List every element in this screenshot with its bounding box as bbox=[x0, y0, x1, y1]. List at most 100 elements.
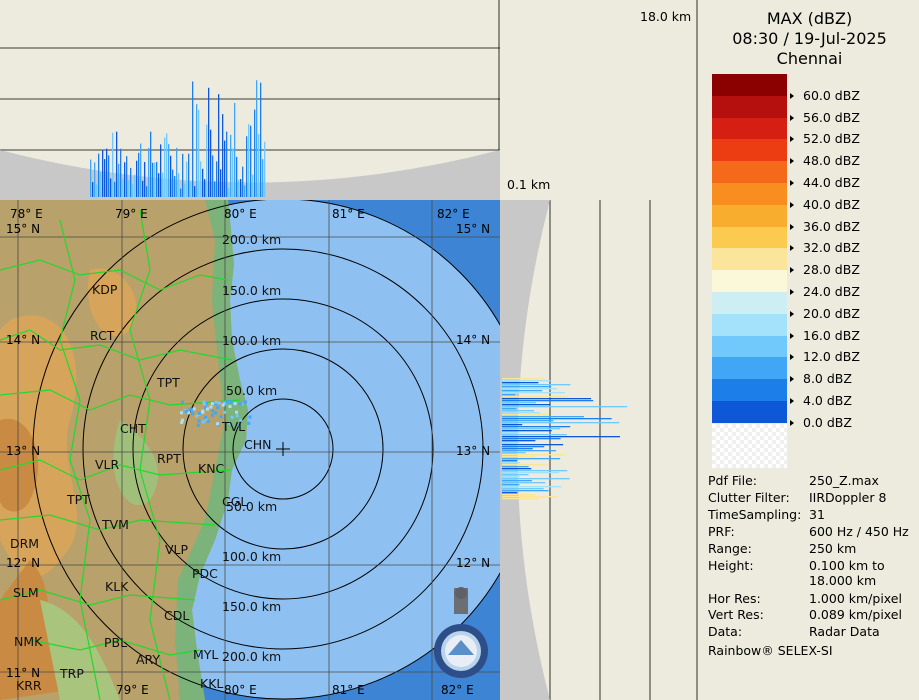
profile-echo bbox=[502, 484, 520, 486]
map-echo bbox=[180, 400, 184, 404]
profile-echo bbox=[98, 153, 100, 197]
profile-echo bbox=[502, 492, 518, 494]
place-slm: SLM bbox=[13, 585, 39, 600]
prf-key: PRF: bbox=[708, 524, 735, 539]
profile-echo bbox=[248, 124, 250, 197]
map-echo bbox=[192, 407, 196, 411]
profile-echo bbox=[128, 179, 130, 197]
lat-label-13-right: 13° N bbox=[456, 444, 491, 458]
lon-label-79: 79° E bbox=[115, 207, 148, 221]
profile-echo bbox=[502, 460, 518, 462]
profile-echo bbox=[502, 412, 540, 414]
profile-echo bbox=[502, 380, 551, 382]
legend-tick-icon bbox=[790, 180, 794, 186]
map-echo bbox=[204, 415, 208, 419]
profile-echo bbox=[124, 162, 126, 197]
product-title: MAX (dBZ) bbox=[766, 9, 853, 28]
profile-echo bbox=[168, 144, 170, 197]
profile-echo bbox=[502, 416, 584, 418]
place-drm: DRM bbox=[10, 536, 40, 551]
place-rpt: RPT bbox=[157, 451, 181, 466]
profile-echo bbox=[502, 420, 554, 422]
profile-echo bbox=[138, 152, 140, 197]
profile-echo bbox=[236, 156, 238, 197]
profile-echo bbox=[178, 172, 180, 197]
profile-echo bbox=[172, 169, 174, 197]
profile-echo bbox=[502, 422, 620, 424]
profile-echo bbox=[122, 178, 124, 197]
profile-echo bbox=[502, 462, 521, 464]
profile-echo bbox=[184, 183, 186, 197]
legend-swatch bbox=[712, 95, 787, 119]
lon-label-81-bottom: 81° E bbox=[332, 683, 365, 697]
profile-echo bbox=[242, 166, 244, 197]
profile-echo bbox=[212, 155, 214, 197]
place-nmk: NMK bbox=[14, 634, 43, 649]
profile-echo bbox=[502, 424, 523, 426]
station-name: Chennai bbox=[776, 49, 843, 68]
profile-echo bbox=[502, 442, 520, 444]
legend-swatch bbox=[712, 401, 787, 424]
profile-echo bbox=[502, 488, 544, 490]
map-echo bbox=[219, 415, 223, 419]
profile-echo bbox=[158, 173, 160, 197]
lon-label-82: 82° E bbox=[437, 207, 470, 221]
map-echo bbox=[187, 411, 191, 415]
profile-echo bbox=[502, 446, 545, 448]
timestamp: 08:30 / 19-Jul-2025 bbox=[732, 29, 887, 48]
map-echo bbox=[229, 400, 233, 404]
profile-echo bbox=[502, 392, 565, 394]
profile-echo bbox=[502, 444, 564, 446]
profile-echo bbox=[502, 378, 545, 380]
map-echo bbox=[214, 400, 218, 404]
lat-label-15-left: 15° N bbox=[6, 222, 41, 236]
profile-echo bbox=[502, 406, 628, 408]
profile-echo bbox=[102, 149, 104, 197]
bottom-profile-height-label: 0.1 km bbox=[507, 177, 551, 192]
profile-echo bbox=[216, 161, 218, 197]
pdf-file-key: Pdf File: bbox=[708, 473, 757, 488]
data-key: Data: bbox=[708, 624, 743, 639]
profile-echo bbox=[140, 143, 142, 197]
legend-label: 60.0 dBZ bbox=[803, 87, 860, 103]
place-knc: KNC bbox=[198, 461, 225, 476]
legend-tick-icon bbox=[790, 398, 794, 404]
profile-echo bbox=[174, 176, 176, 197]
lat-label-13-left: 13° N bbox=[6, 444, 41, 458]
profile-echo bbox=[150, 131, 152, 197]
place-vlp: VLP bbox=[165, 542, 189, 557]
profile-echo bbox=[502, 474, 529, 476]
profile-echo bbox=[170, 155, 172, 197]
range-ring-label-150-north: 150.0 km bbox=[222, 283, 282, 298]
profile-echo bbox=[220, 169, 222, 197]
map-echo bbox=[211, 413, 215, 417]
legend-label: 48.0 dBZ bbox=[803, 153, 860, 169]
radar-map-canvas bbox=[0, 0, 700, 700]
place-myl: MYL bbox=[193, 647, 219, 662]
place-cgl: CGL bbox=[222, 494, 248, 509]
lon-label-78: 78° E bbox=[10, 207, 43, 221]
profile-echo bbox=[502, 408, 517, 410]
pdf-file-value: 250_Z.max bbox=[809, 473, 879, 488]
place-tpt-south: TPT bbox=[67, 492, 90, 507]
profile-echo bbox=[188, 153, 190, 197]
profile-echo bbox=[142, 180, 144, 197]
profile-echo bbox=[152, 162, 154, 197]
place-cdl: CDL bbox=[164, 608, 190, 623]
map-echo bbox=[201, 409, 205, 413]
map-echo bbox=[180, 418, 184, 422]
profile-echo bbox=[116, 131, 118, 197]
legend-swatch bbox=[712, 313, 787, 337]
legend-label: 56.0 dBZ bbox=[803, 109, 860, 125]
place-krr: KRR bbox=[16, 678, 42, 693]
map-echo bbox=[235, 410, 239, 414]
place-kdp: KDP bbox=[92, 282, 118, 297]
profile-echo bbox=[502, 410, 535, 412]
profile-echo bbox=[262, 159, 264, 197]
map-echo bbox=[216, 422, 220, 426]
legend-swatch bbox=[712, 357, 787, 380]
profile-echo bbox=[502, 480, 533, 482]
profile-echo bbox=[502, 496, 558, 498]
profile-echo bbox=[182, 153, 184, 197]
profile-echo bbox=[502, 448, 533, 450]
